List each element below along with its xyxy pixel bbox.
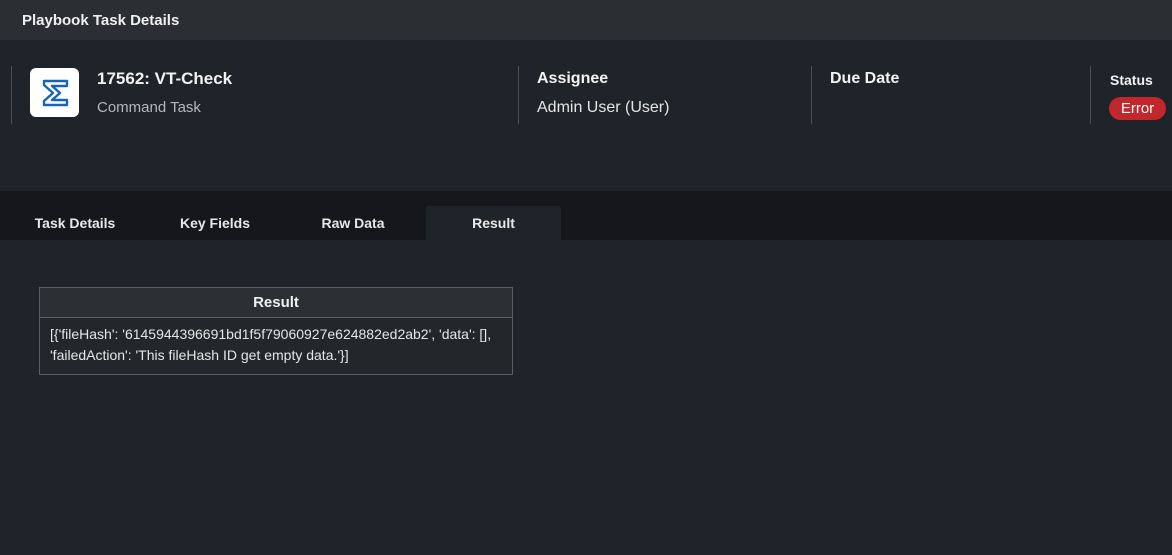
task-logo <box>30 68 79 117</box>
divider <box>518 66 519 124</box>
task-title: 17562: VT-Check <box>97 69 233 88</box>
assignee-label: Assignee <box>537 70 609 87</box>
table-header-row: Result <box>39 287 513 318</box>
divider <box>1090 66 1091 124</box>
status-badge: Error <box>1109 97 1166 120</box>
divider <box>11 66 12 124</box>
status-label: Status <box>1110 72 1153 88</box>
task-header: 17562: VT-Check Command Task Assignee Ad… <box>0 40 1172 191</box>
table-row: [{'fileHash': '6145944396691bd1f5f790609… <box>39 317 513 375</box>
assignee-value[interactable]: Admin User (User) <box>537 99 669 117</box>
result-column-header: Result <box>39 287 513 318</box>
result-value: [{'fileHash': '6145944396691bd1f5f790609… <box>39 317 513 375</box>
tab-content: Result [{'fileHash': '6145944396691bd1f5… <box>0 240 1172 555</box>
due-date-label: Due Date <box>830 70 900 87</box>
tab-bar: Task Details Key Fields Raw Data Result <box>0 191 1172 240</box>
task-type: Command Task <box>97 99 201 116</box>
dialog-title: Playbook Task Details <box>0 0 1172 40</box>
tab-task-details[interactable]: Task Details <box>20 206 130 240</box>
result-table: Result [{'fileHash': '6145944396691bd1f5… <box>39 287 513 375</box>
tab-key-fields[interactable]: Key Fields <box>160 206 270 240</box>
tab-raw-data[interactable]: Raw Data <box>298 206 408 240</box>
sigma-icon <box>42 79 68 106</box>
divider <box>811 66 812 124</box>
tab-result[interactable]: Result <box>426 206 561 240</box>
